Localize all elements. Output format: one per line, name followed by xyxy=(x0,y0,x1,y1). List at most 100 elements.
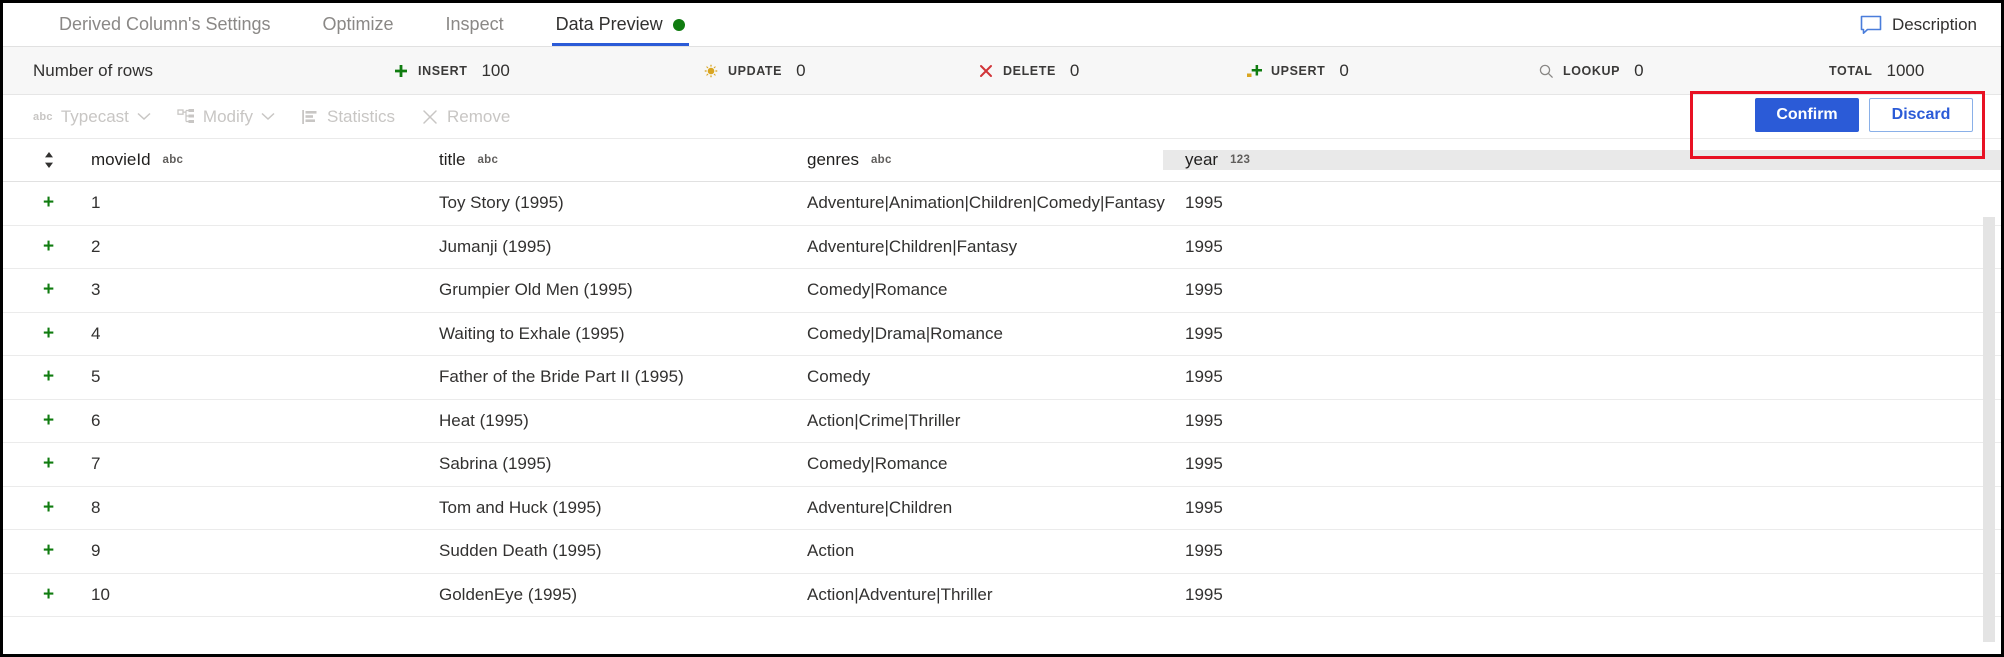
tab-inspect[interactable]: Inspect xyxy=(420,3,530,46)
cell-movieid: 4 xyxy=(69,324,439,344)
plus-icon: + xyxy=(43,236,54,257)
sort-toggle[interactable] xyxy=(3,151,69,169)
cell-title: Waiting to Exhale (1995) xyxy=(439,324,807,344)
action-buttons: Confirm Discard xyxy=(1755,98,1973,132)
column-header-title[interactable]: title abc xyxy=(439,150,807,170)
plus-icon: + xyxy=(43,192,54,213)
grid-header-row: movieId abc title abc genres abc year xyxy=(3,139,2001,182)
cell-genres: Comedy xyxy=(807,367,1163,387)
cell-year: 1995 xyxy=(1163,454,2001,474)
statistics-label: Statistics xyxy=(327,107,395,127)
cell-title: Sabrina (1995) xyxy=(439,454,807,474)
cross-icon xyxy=(978,63,994,79)
plus-icon: + xyxy=(43,279,54,300)
cell-year: 1995 xyxy=(1163,411,2001,431)
cell-genres: Comedy|Drama|Romance xyxy=(807,324,1163,344)
cell-genres: Action xyxy=(807,541,1163,561)
remove-label: Remove xyxy=(447,107,510,127)
stat-delete: DELETE 0 xyxy=(978,61,1079,81)
tab-label: Derived Column's Settings xyxy=(59,14,271,35)
plus-icon: + xyxy=(43,410,54,431)
table-row[interactable]: +3Grumpier Old Men (1995)Comedy|Romance1… xyxy=(3,269,2001,313)
column-toolbar: abc Typecast Modify xyxy=(3,95,2001,139)
hierarchy-icon xyxy=(177,108,195,126)
row-change-marker: + xyxy=(3,454,69,474)
column-name: genres xyxy=(807,150,859,170)
stat-total: TOTAL 1000 xyxy=(1829,61,1924,81)
active-tab-indicator xyxy=(552,43,689,46)
tab-bar: Derived Column's Settings Optimize Inspe… xyxy=(3,3,2001,47)
table-row[interactable]: +9Sudden Death (1995)Action1995 xyxy=(3,530,2001,574)
data-preview-panel: Derived Column's Settings Optimize Inspe… xyxy=(0,0,2004,657)
typecast-button[interactable]: abc Typecast xyxy=(33,107,151,127)
column-header-movieid[interactable]: movieId abc xyxy=(69,150,439,170)
stat-update: UPDATE 0 xyxy=(703,61,806,81)
plus-icon xyxy=(393,63,409,79)
row-change-marker: + xyxy=(3,193,69,213)
table-row[interactable]: +4Waiting to Exhale (1995)Comedy|Drama|R… xyxy=(3,313,2001,357)
status-dot-icon xyxy=(673,19,685,31)
cell-year: 1995 xyxy=(1163,237,2001,257)
cell-year: 1995 xyxy=(1163,193,2001,213)
table-row[interactable]: +1Toy Story (1995)Adventure|Animation|Ch… xyxy=(3,182,2001,226)
tab-derived-column-settings[interactable]: Derived Column's Settings xyxy=(33,3,297,46)
cell-movieid: 6 xyxy=(69,411,439,431)
cell-genres: Comedy|Romance xyxy=(807,454,1163,474)
close-icon xyxy=(421,108,439,126)
remove-button[interactable]: Remove xyxy=(421,107,510,127)
column-type-badge: abc xyxy=(477,154,498,166)
stat-value: 0 xyxy=(1634,61,1643,81)
cell-title: Father of the Bride Part II (1995) xyxy=(439,367,807,387)
row-change-marker: + xyxy=(3,280,69,300)
row-count-bar: Number of rows INSERT 100 UPDATE 0 DELET… xyxy=(3,47,2001,95)
stat-value: 0 xyxy=(796,61,805,81)
sort-arrows-icon xyxy=(43,151,55,169)
stat-value: 0 xyxy=(1339,61,1348,81)
tab-optimize[interactable]: Optimize xyxy=(297,3,420,46)
bar-chart-icon xyxy=(301,108,319,126)
cell-year: 1995 xyxy=(1163,324,2001,344)
stat-value: 0 xyxy=(1070,61,1079,81)
tab-data-preview[interactable]: Data Preview xyxy=(530,3,711,46)
row-change-marker: + xyxy=(3,367,69,387)
table-row[interactable]: +6Heat (1995)Action|Crime|Thriller1995 xyxy=(3,400,2001,444)
typecast-label: Typecast xyxy=(61,107,129,127)
stat-value: 1000 xyxy=(1887,61,1925,81)
cell-movieid: 2 xyxy=(69,237,439,257)
row-count-title: Number of rows xyxy=(33,61,153,81)
modify-label: Modify xyxy=(203,107,253,127)
column-header-year[interactable]: year 123 xyxy=(1163,150,2001,170)
stat-label: LOOKUP xyxy=(1563,64,1620,78)
stat-upsert: UPSERT 0 xyxy=(1246,61,1349,81)
statistics-button[interactable]: Statistics xyxy=(301,107,395,127)
stat-value: 100 xyxy=(481,61,509,81)
cell-title: Grumpier Old Men (1995) xyxy=(439,280,807,300)
vertical-scrollbar[interactable] xyxy=(1983,217,1995,642)
cell-title: GoldenEye (1995) xyxy=(439,585,807,605)
data-grid: movieId abc title abc genres abc year xyxy=(3,139,2001,617)
plus-icon: + xyxy=(43,366,54,387)
cell-genres: Action|Crime|Thriller xyxy=(807,411,1163,431)
column-name: title xyxy=(439,150,465,170)
table-row[interactable]: +10GoldenEye (1995)Action|Adventure|Thri… xyxy=(3,574,2001,618)
plus-icon: + xyxy=(43,323,54,344)
table-row[interactable]: +2Jumanji (1995)Adventure|Children|Fanta… xyxy=(3,226,2001,270)
cell-genres: Comedy|Romance xyxy=(807,280,1163,300)
stat-label: INSERT xyxy=(418,64,467,78)
description-button[interactable]: Description xyxy=(1854,3,1983,47)
gear-small-icon xyxy=(703,63,719,79)
stat-label: UPDATE xyxy=(728,64,782,78)
cell-genres: Action|Adventure|Thriller xyxy=(807,585,1163,605)
discard-button[interactable]: Discard xyxy=(1869,98,1973,132)
table-row[interactable]: +8Tom and Huck (1995)Adventure|Children1… xyxy=(3,487,2001,531)
chevron-down-icon xyxy=(137,112,151,121)
stat-label: DELETE xyxy=(1003,64,1056,78)
confirm-button[interactable]: Confirm xyxy=(1755,98,1859,132)
modify-button[interactable]: Modify xyxy=(177,107,275,127)
table-row[interactable]: +7Sabrina (1995)Comedy|Romance1995 xyxy=(3,443,2001,487)
column-header-genres[interactable]: genres abc xyxy=(807,150,1163,170)
table-row[interactable]: +5Father of the Bride Part II (1995)Come… xyxy=(3,356,2001,400)
cell-title: Sudden Death (1995) xyxy=(439,541,807,561)
speech-bubble-icon xyxy=(1860,15,1882,35)
cell-genres: Adventure|Children|Fantasy xyxy=(807,237,1163,257)
